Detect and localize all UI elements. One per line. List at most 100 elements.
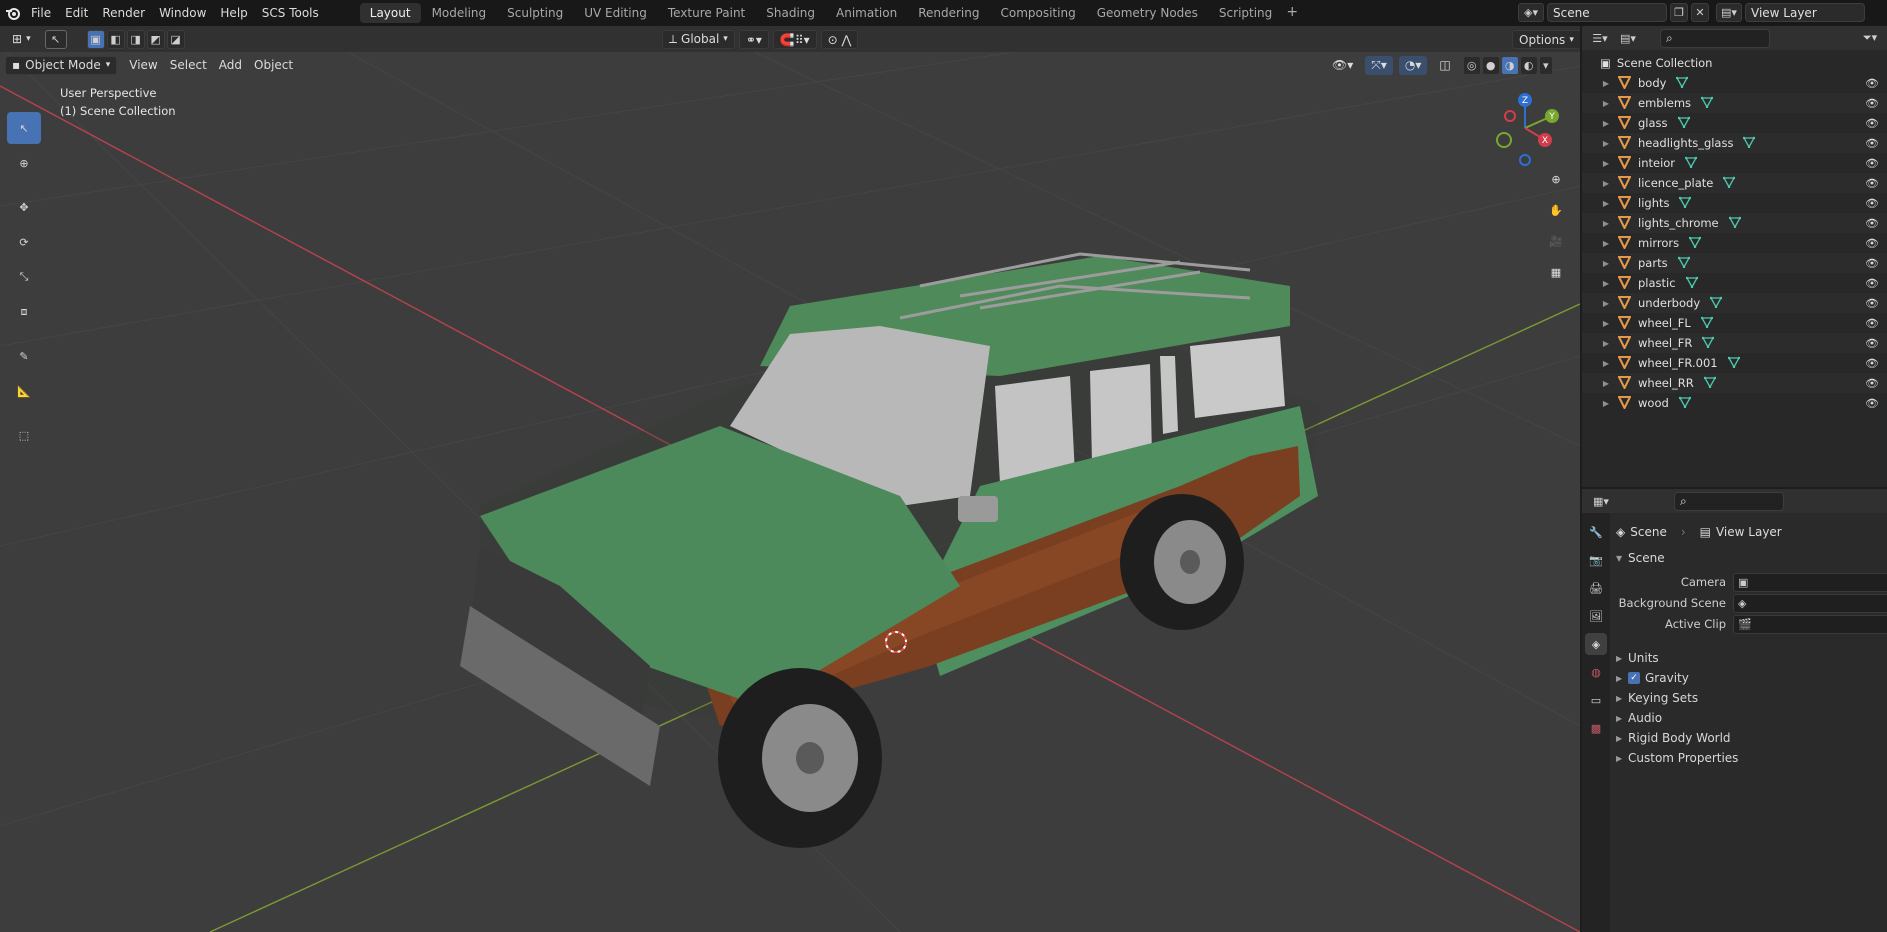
blender-logo-icon[interactable] xyxy=(2,2,24,24)
outliner-item-wheel-fl[interactable]: ▶ wheel_FL 👁 xyxy=(1582,313,1887,333)
tab-uv-editing[interactable]: UV Editing xyxy=(574,3,657,23)
menu-file[interactable]: File xyxy=(24,0,58,26)
delete-scene-icon[interactable]: ✕ xyxy=(1691,3,1709,22)
menu-render[interactable]: Render xyxy=(95,0,152,26)
visibility-eye-icon[interactable]: 👁 xyxy=(1865,257,1879,270)
rendered-shading-icon[interactable]: ◐ xyxy=(1519,55,1538,75)
outliner-item-wheel-rr[interactable]: ▶ wheel_RR 👁 xyxy=(1582,373,1887,393)
section-keying-sets[interactable]: ▶ Keying Sets xyxy=(1616,689,1698,707)
mode-dropdown[interactable]: ▪ Object Mode ▾ xyxy=(5,55,118,75)
overlays-toggle-icon[interactable]: ◔▾ xyxy=(1398,55,1428,75)
proportional-editing-toggle[interactable]: ⊙ ⋀ xyxy=(820,29,859,49)
section-units[interactable]: ▶ Units xyxy=(1616,649,1659,667)
visibility-eye-icon[interactable]: 👁 xyxy=(1865,337,1879,350)
outliner-item-wheel-fr-001[interactable]: ▶ wheel_FR.001 👁 xyxy=(1582,353,1887,373)
expand-arrow-icon[interactable]: ▶ xyxy=(1600,79,1612,88)
pan-hand-icon[interactable]: ✋ xyxy=(1543,197,1569,223)
select-tool-icon[interactable]: ↖ xyxy=(44,29,67,49)
3d-viewport[interactable]: ⊞ ▾ ↖ ▣ ◧ ◨ ◩ ◪ ⟂ Global ▾ ⚭▾ 🧲⠿▾ ⊙ ⋀ Opt… xyxy=(0,26,1580,932)
outliner-item-wheel-fr[interactable]: ▶ wheel_FR 👁 xyxy=(1582,333,1887,353)
properties-search-input[interactable]: ⌕ xyxy=(1674,491,1784,511)
outliner-item-inteior[interactable]: ▶ inteior 👁 xyxy=(1582,153,1887,173)
section-custom-properties[interactable]: ▶ Custom Properties xyxy=(1616,749,1738,767)
add-workspace-button[interactable]: + xyxy=(1283,4,1301,22)
visibility-eye-icon[interactable]: 👁 xyxy=(1865,317,1879,330)
tab-texture-paint[interactable]: Texture Paint xyxy=(658,3,755,23)
pivot-point-dropdown[interactable]: ⚭▾ xyxy=(738,29,769,49)
outliner-item-wood[interactable]: ▶ wood 👁 xyxy=(1582,393,1887,413)
active-clip-field[interactable]: 🎬 xyxy=(1733,615,1887,634)
outliner-item-lights[interactable]: ▶ lights 👁 xyxy=(1582,193,1887,213)
scene-collection-row[interactable]: ▣ Scene Collection xyxy=(1582,53,1887,73)
display-mode-icon[interactable]: ▤▾ xyxy=(1614,29,1642,48)
section-audio[interactable]: ▶ Audio xyxy=(1616,709,1662,727)
select-intersect-icon[interactable]: ◪ xyxy=(166,29,185,49)
visibility-eye-icon[interactable]: 👁 xyxy=(1865,217,1879,230)
gravity-checkbox[interactable]: ✓ xyxy=(1628,672,1640,684)
options-dropdown[interactable]: Options ▾ xyxy=(1512,29,1580,49)
tab-modeling[interactable]: Modeling xyxy=(422,3,497,23)
collection-tab-icon[interactable]: ▭ xyxy=(1585,689,1607,711)
expand-arrow-icon[interactable]: ▶ xyxy=(1600,359,1612,368)
shading-options-icon[interactable]: ▾ xyxy=(1538,55,1553,75)
section-rigid-body-world[interactable]: ▶ Rigid Body World xyxy=(1616,729,1731,747)
visibility-eye-icon[interactable]: 👁 xyxy=(1865,197,1879,210)
outliner-editor-type-icon[interactable]: ☰▾ xyxy=(1586,29,1614,48)
world-tab-icon[interactable]: ◍ xyxy=(1585,661,1607,683)
measure-tool-icon[interactable]: 📐 xyxy=(7,375,41,407)
viewport-menu-select[interactable]: Select xyxy=(164,56,213,75)
filter-icon[interactable]: ⏷▾ xyxy=(1857,29,1883,48)
menu-help[interactable]: Help xyxy=(213,0,254,26)
gizmo-toggle-icon[interactable]: ⤧▾ xyxy=(1365,55,1393,75)
visibility-eye-icon[interactable]: 👁 xyxy=(1865,357,1879,370)
transform-tool-icon[interactable]: ⧈ xyxy=(7,296,41,328)
expand-arrow-icon[interactable]: ▶ xyxy=(1600,139,1612,148)
transform-orientation-dropdown[interactable]: ⟂ Global ▾ xyxy=(662,29,735,49)
select-extend-icon[interactable]: ◧ xyxy=(106,29,125,49)
visibility-eye-icon[interactable]: 👁 xyxy=(1865,377,1879,390)
tab-sculpting[interactable]: Sculpting xyxy=(497,3,573,23)
visibility-eye-icon[interactable]: 👁 xyxy=(1865,77,1879,90)
scene-tab-icon[interactable]: ◈ xyxy=(1585,633,1607,655)
expand-arrow-icon[interactable]: ▶ xyxy=(1600,219,1612,228)
camera-view-icon[interactable]: 🎥 xyxy=(1543,228,1569,254)
outliner-item-lights-chrome[interactable]: ▶ lights_chrome 👁 xyxy=(1582,213,1887,233)
perspective-toggle-icon[interactable]: ▦ xyxy=(1543,259,1569,285)
menu-window[interactable]: Window xyxy=(152,0,213,26)
outliner-item-licence-plate[interactable]: ▶ licence_plate 👁 xyxy=(1582,173,1887,193)
outliner-item-glass[interactable]: ▶ glass 👁 xyxy=(1582,113,1887,133)
properties-editor-type-icon[interactable]: ▦▾ xyxy=(1586,492,1616,511)
visibility-eye-icon[interactable]: 👁 xyxy=(1865,117,1879,130)
material-preview-icon[interactable]: ◑ xyxy=(1500,55,1519,75)
expand-arrow-icon[interactable]: ▶ xyxy=(1600,279,1612,288)
outliner-item-parts[interactable]: ▶ parts 👁 xyxy=(1582,253,1887,273)
viewport-menu-object[interactable]: Object xyxy=(248,56,299,75)
viewport-menu-view[interactable]: View xyxy=(123,56,163,75)
tab-layout[interactable]: Layout xyxy=(359,3,421,23)
menu-edit[interactable]: Edit xyxy=(58,0,95,26)
xray-toggle-icon[interactable]: ◫ xyxy=(1433,56,1456,75)
outliner-item-plastic[interactable]: ▶ plastic 👁 xyxy=(1582,273,1887,293)
view-layer-selector-icon[interactable]: ▤▾ xyxy=(1716,3,1742,22)
expand-arrow-icon[interactable]: ▶ xyxy=(1600,159,1612,168)
outliner-item-body[interactable]: ▶ body 👁 xyxy=(1582,73,1887,93)
outliner-item-underbody[interactable]: ▶ underbody 👁 xyxy=(1582,293,1887,313)
tab-rendering[interactable]: Rendering xyxy=(908,3,989,23)
view-layer-field[interactable]: View Layer xyxy=(1745,3,1865,22)
visibility-eye-icon[interactable]: 👁 xyxy=(1865,297,1879,310)
outliner-item-emblems[interactable]: ▶ emblems 👁 xyxy=(1582,93,1887,113)
render-tab-icon[interactable]: 📷 xyxy=(1585,549,1607,571)
scene-panel-header[interactable]: ▼ Scene xyxy=(1616,549,1665,567)
outliner-item-headlights-glass[interactable]: ▶ headlights_glass 👁 xyxy=(1582,133,1887,153)
new-scene-icon[interactable]: ❐ xyxy=(1670,3,1688,22)
visibility-eye-icon[interactable]: 👁 xyxy=(1865,237,1879,250)
visibility-selectability-icon[interactable]: 👁▾ xyxy=(1326,56,1359,75)
expand-arrow-icon[interactable]: ▶ xyxy=(1600,379,1612,388)
expand-arrow-icon[interactable]: ▶ xyxy=(1600,299,1612,308)
solid-shading-icon[interactable]: ● xyxy=(1481,55,1500,75)
tab-animation[interactable]: Animation xyxy=(826,3,907,23)
expand-arrow-icon[interactable]: ▶ xyxy=(1600,99,1612,108)
visibility-eye-icon[interactable]: 👁 xyxy=(1865,97,1879,110)
visibility-eye-icon[interactable]: 👁 xyxy=(1865,137,1879,150)
snap-toggle[interactable]: 🧲⠿▾ xyxy=(772,29,817,49)
